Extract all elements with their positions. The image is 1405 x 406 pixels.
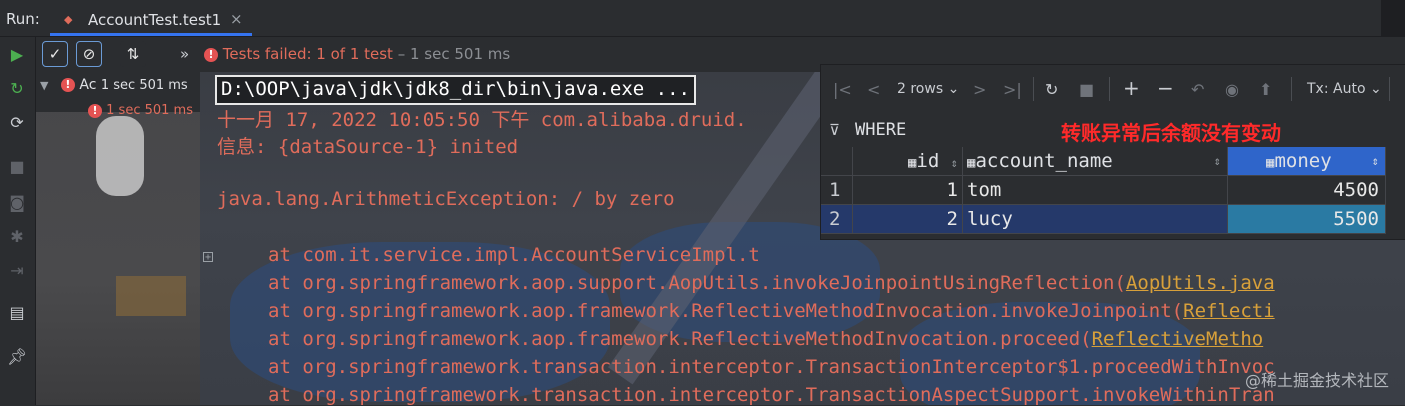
stack-frame: at org.springframework.transaction.inter… xyxy=(268,384,1275,406)
show-ignored-button[interactable]: ⊘ xyxy=(76,41,102,67)
header-edge xyxy=(1381,0,1405,36)
rows-dropdown[interactable]: 2 rows ⌄ xyxy=(897,81,959,97)
sort-icon: ⇕ xyxy=(1371,154,1379,168)
active-tab-indicator xyxy=(50,33,252,36)
log-date-line: 十一月 17, 2022 10:05:50 下午 com.alibaba.dru… xyxy=(217,109,747,131)
submit-icon[interactable]: ⬆ xyxy=(1259,80,1272,99)
show-passed-button[interactable]: ✓ xyxy=(42,41,68,67)
where-label: WHERE xyxy=(855,120,907,140)
status-time-text: – 1 sec 501 ms xyxy=(397,45,511,63)
refresh-icon[interactable]: ↻ xyxy=(1045,80,1058,99)
revert-icon[interactable]: ↶ xyxy=(1191,80,1204,99)
toolbar-separator xyxy=(1291,77,1292,101)
error-icon: ! xyxy=(204,47,218,62)
error-icon: ! xyxy=(60,78,75,92)
tree-background-image xyxy=(36,96,200,405)
toolbar-separator xyxy=(1033,77,1034,101)
sort-icon: ⇕ xyxy=(1213,154,1221,168)
run-label: Run: xyxy=(6,10,40,28)
cell-money[interactable]: 4500 xyxy=(1228,176,1386,205)
error-icon: ! xyxy=(88,103,102,118)
cell-money[interactable]: 5500 xyxy=(1228,205,1386,234)
test-class-time: 1 sec 501 ms xyxy=(100,78,188,93)
debug-icon[interactable]: ✱ xyxy=(7,227,27,247)
pin-icon[interactable]: 📌︎ xyxy=(7,347,27,367)
row-number: 2 xyxy=(821,205,853,234)
source-link[interactable]: Reflecti xyxy=(1183,300,1275,322)
close-icon[interactable]: × xyxy=(230,10,243,28)
delete-row-icon[interactable]: − xyxy=(1157,76,1174,100)
row-number-header xyxy=(821,147,853,176)
toolbar-separator xyxy=(1389,77,1390,101)
sort-alpha-button[interactable]: ⇅ xyxy=(120,41,146,67)
where-filter[interactable]: ⊽ WHERE 转账异常后余额没有变动 xyxy=(821,117,1405,145)
row-number: 1 xyxy=(821,176,853,205)
cell-account-name[interactable]: lucy xyxy=(963,205,1228,234)
test-tree: ▼ ! Ac 1 sec 501 ms ! 1 sec 501 ms xyxy=(36,72,200,118)
rerun-icon[interactable]: ▶ xyxy=(7,45,27,65)
test-tree-root[interactable]: ▼ ! Ac 1 sec 501 ms xyxy=(40,77,200,97)
chevron-down-icon[interactable]: ▼ xyxy=(40,79,48,92)
tx-mode-dropdown[interactable]: Tx: Auto ⌄ xyxy=(1307,81,1382,97)
stop-icon[interactable]: ■ xyxy=(7,157,27,177)
tab-account-test[interactable]: ◆ AccountTest.test1 × xyxy=(50,2,252,36)
exception-line: java.lang.ArithmeticException: / by zero xyxy=(217,188,675,210)
import-icon[interactable]: ⇥ xyxy=(7,261,27,281)
fold-expand-icon[interactable]: + xyxy=(203,252,213,263)
stack-frame: at org.springframework.transaction.inter… xyxy=(268,356,1275,378)
cell-id[interactable]: 1 xyxy=(853,176,963,205)
more-actions-icon[interactable]: » xyxy=(180,45,189,63)
cell-id[interactable]: 2 xyxy=(853,205,963,234)
sort-icon: ⇕ xyxy=(950,156,958,170)
command-line: D:\OOP\java\jdk\jdk8_dir\bin\java.exe ..… xyxy=(215,75,696,105)
source-link[interactable]: AopUtils.java xyxy=(1126,272,1275,294)
source-link[interactable]: ReflectiveMetho xyxy=(1092,328,1264,350)
filter-icon: ⊽ xyxy=(829,121,840,139)
add-row-icon[interactable]: + xyxy=(1123,76,1140,100)
test-run-icon: ◆ xyxy=(64,13,73,26)
column-header-account-name[interactable]: ▦account_name ⇕ xyxy=(963,147,1228,176)
run-tool-window-header: Run: ◆ AccountTest.test1 × xyxy=(0,0,1405,37)
result-grid: ▦id ⇕ ▦account_name ⇕ ▦money ⇕ 1 1 tom 450… xyxy=(821,147,1405,239)
test-class-name: Ac xyxy=(79,77,97,93)
tab-title: AccountTest.test1 xyxy=(88,11,222,29)
last-page-icon[interactable]: >| xyxy=(1003,80,1022,99)
watermark: @稀土掘金技术社区 xyxy=(1244,371,1389,390)
stack-frame: at org.springframework.aop.support.AopUt… xyxy=(268,272,1275,294)
annotation-text: 转账异常后余额没有变动 xyxy=(1061,121,1281,145)
next-page-icon[interactable]: > xyxy=(973,80,986,99)
stack-frame: at org.springframework.aop.framework.Ref… xyxy=(268,328,1264,350)
query-result-panel: |< < 2 rows ⌄ > >| ↻ ■ + − ↶ ◉ ⬆ Tx: Aut… xyxy=(820,64,1405,240)
log-info-line: 信息: {dataSource-1} inited xyxy=(217,136,519,158)
prev-page-icon[interactable]: < xyxy=(867,80,880,99)
preview-icon[interactable]: ◉ xyxy=(1225,80,1239,99)
column-header-money[interactable]: ▦money ⇕ xyxy=(1228,147,1386,176)
cell-account-name[interactable]: tom xyxy=(963,176,1228,205)
layout-icon[interactable]: ▤ xyxy=(7,303,27,323)
rerun-failed-icon[interactable]: ↻ xyxy=(7,79,27,99)
stop-icon[interactable]: ■ xyxy=(1079,80,1094,99)
stack-frame: at com.it.service.impl.AccountServiceImp… xyxy=(268,244,760,266)
toggle-auto-test-icon[interactable]: ⟳ xyxy=(7,113,27,133)
test-method-row[interactable]: ! 1 sec 501 ms xyxy=(88,103,193,118)
column-header-id[interactable]: ▦id ⇕ xyxy=(853,147,963,176)
run-side-toolbar: ▶ ↻ ⟳ ■ ◙ ✱ ⇥ ▤ 📌︎ xyxy=(0,37,36,405)
result-toolbar: |< < 2 rows ⌄ > >| ↻ ■ + − ↶ ◉ ⬆ Tx: Aut… xyxy=(821,65,1405,113)
toolbar-separator xyxy=(1109,77,1110,101)
camera-icon[interactable]: ◙ xyxy=(7,193,27,213)
test-status: ! Tests failed: 1 of 1 test – 1 sec 501 … xyxy=(204,45,510,63)
test-method-time: 1 sec 501 ms xyxy=(106,103,193,118)
status-failed-text: Tests failed: 1 of 1 test xyxy=(222,45,393,63)
stack-frame: at org.springframework.aop.framework.Ref… xyxy=(268,300,1275,322)
first-page-icon[interactable]: |< xyxy=(833,80,852,99)
